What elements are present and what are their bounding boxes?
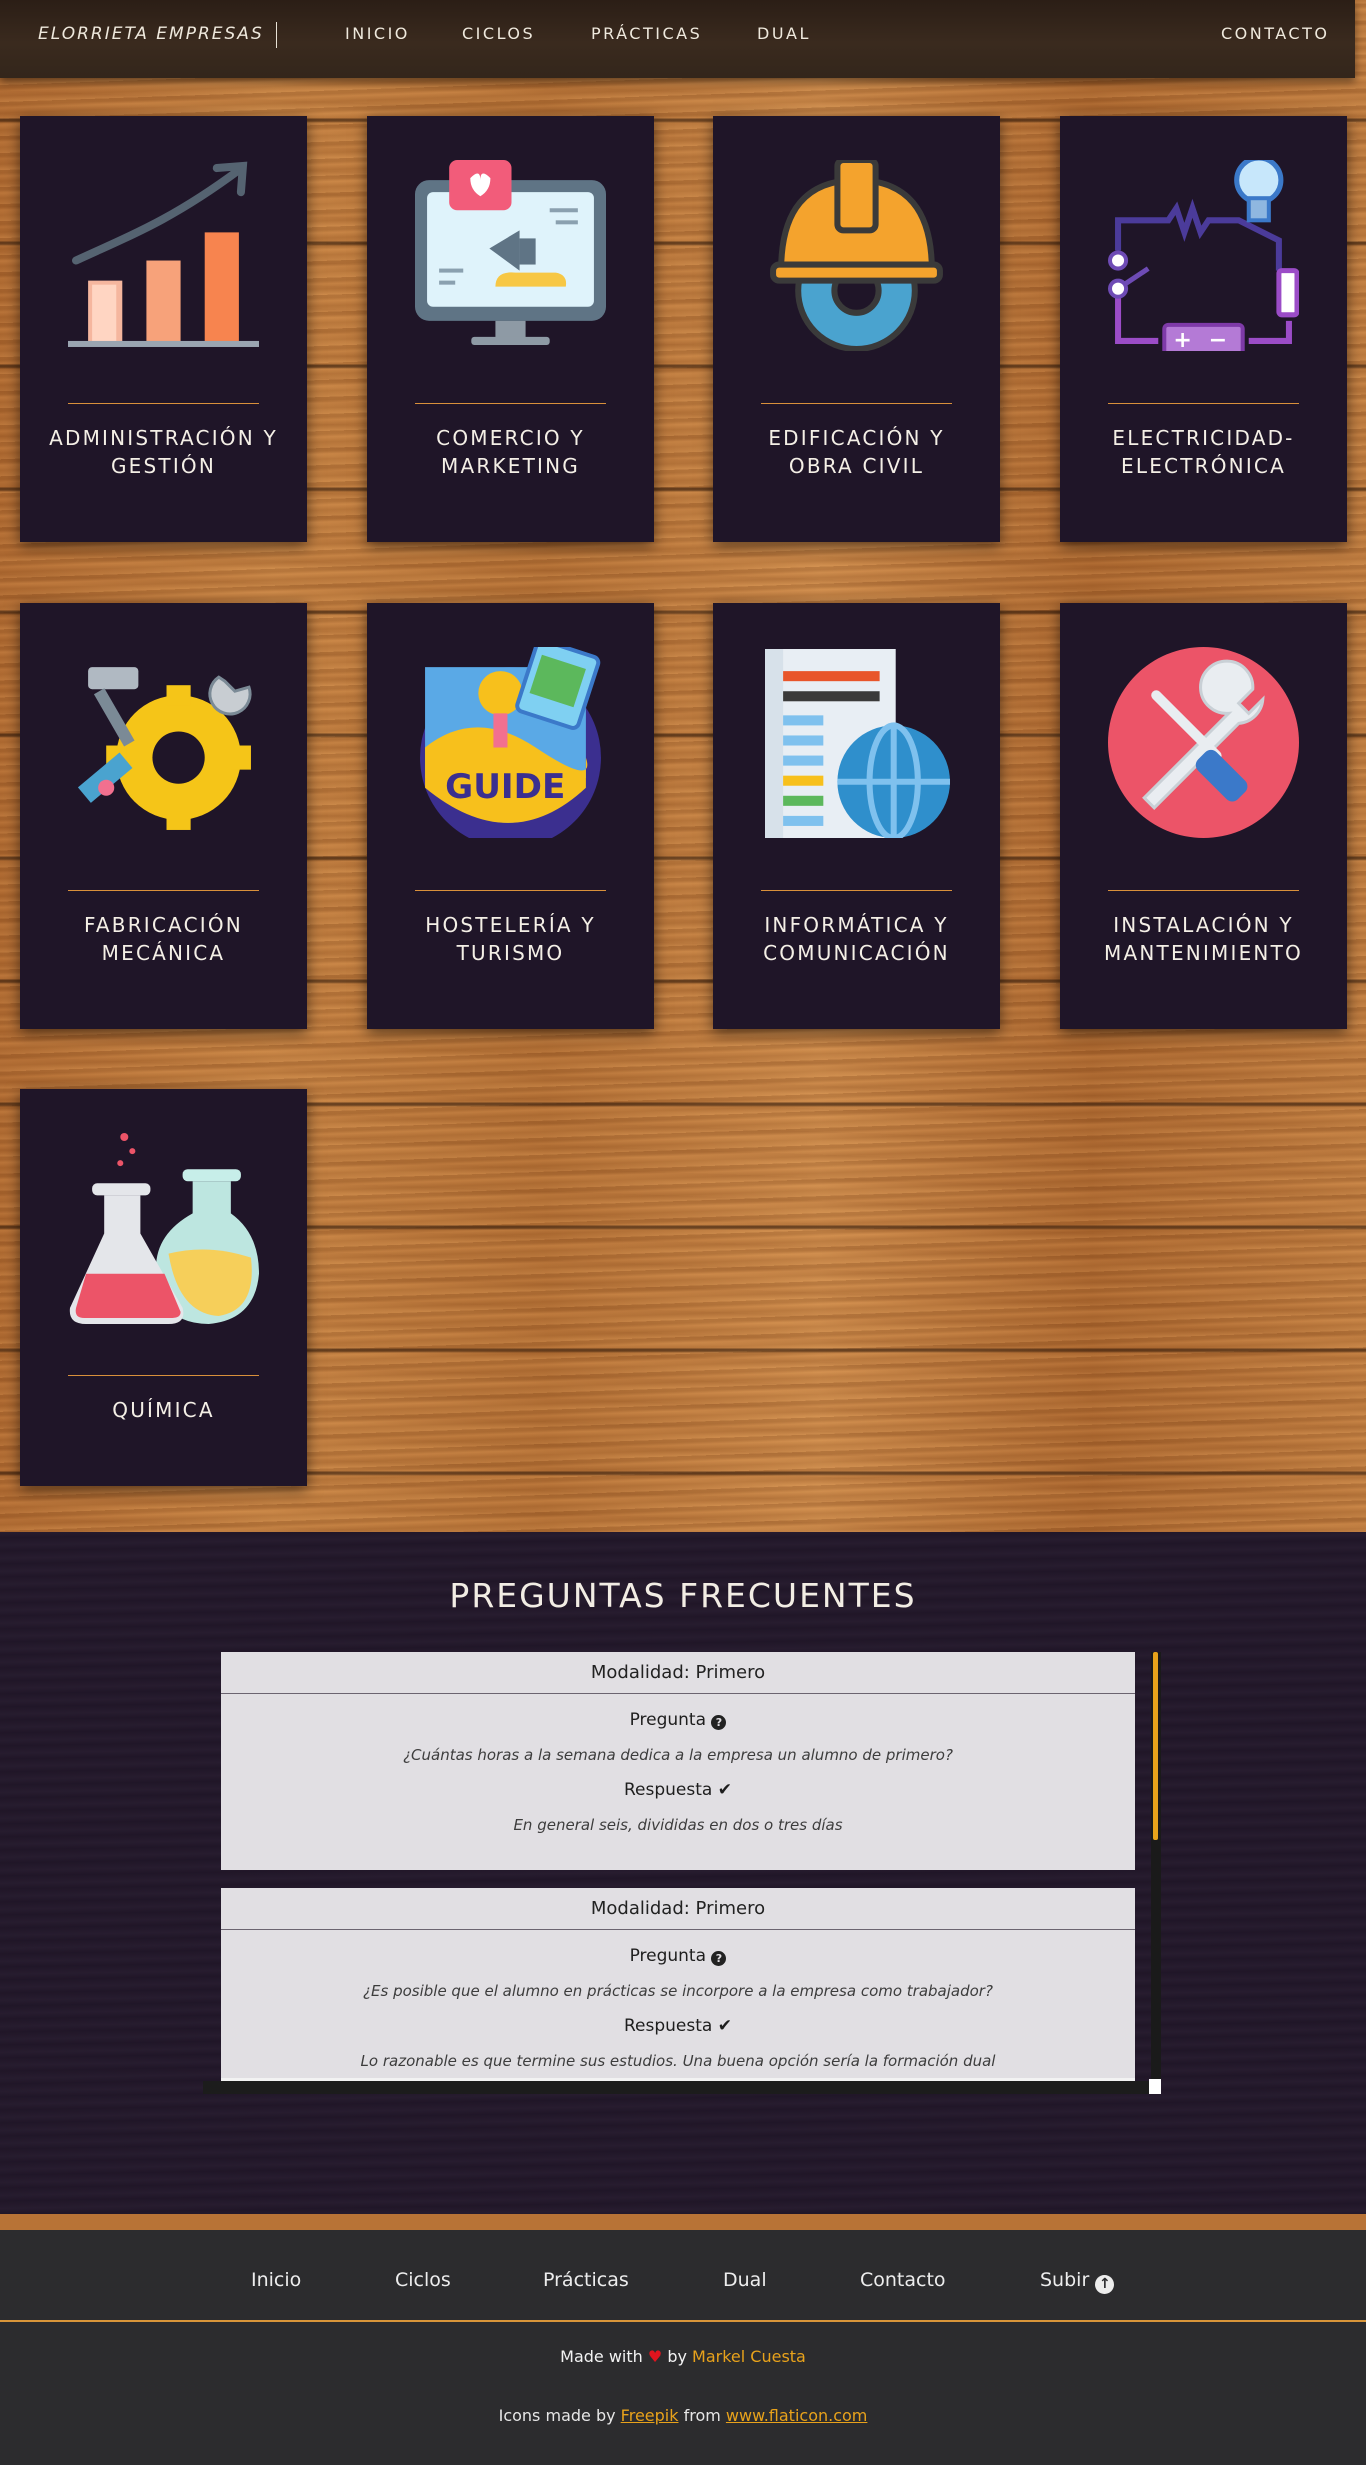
card-edificacion[interactable]: EDIFICACIÓN Y OBRA CIVIL	[713, 116, 1000, 542]
faq-mode: Modalidad: Primero	[221, 1888, 1135, 1930]
svg-text:GUIDE: GUIDE	[445, 767, 565, 807]
svg-text:−: −	[1209, 327, 1228, 351]
footer-divider	[0, 2320, 1366, 2322]
credits-from: from	[683, 2406, 721, 2425]
marketing-monitor-icon	[415, 160, 606, 351]
nav-ciclos[interactable]: CICLOS	[462, 24, 535, 44]
card-title: EDIFICACIÓN Y OBRA CIVIL	[768, 426, 945, 478]
faq-item: Modalidad: Primero Pregunta ? ¿Es posibl…	[221, 1888, 1135, 2094]
nav-contacto[interactable]: CONTACTO	[1221, 24, 1329, 44]
growth-chart-icon	[68, 160, 259, 351]
answer-text: Lo razonable es que termine sus estudios…	[360, 2052, 996, 2070]
question-heading: Pregunta ?	[221, 1710, 1135, 1730]
circuit-icon: + −	[1108, 155, 1300, 358]
top-navbar: ELORRIETA EMPRESAS INICIO CICLOS PRÁCTIC…	[0, 0, 1355, 78]
icon-credits: Icons made by Freepik from www.flaticon.…	[0, 2406, 1366, 2425]
footer-link-dual[interactable]: Dual	[723, 2268, 767, 2292]
card-title: INSTALACIÓN Y MANTENIMIENTO	[1104, 913, 1303, 965]
card-divider	[68, 890, 259, 891]
faq-scroll-container[interactable]: Modalidad: Primero Pregunta ? ¿Cuántas h…	[203, 1652, 1163, 2094]
nav-dual[interactable]: DUAL	[757, 24, 811, 44]
card-administracion[interactable]: ADMINISTRACIÓN Y GESTIÓN	[20, 116, 307, 542]
answer-label: Respuesta	[624, 2016, 713, 2036]
faq-mode: Modalidad: Primero	[221, 1652, 1135, 1694]
card-informatica[interactable]: INFORMÁTICA Y COMUNICACIÓN	[713, 603, 1000, 1029]
footer-link-subir[interactable]: Subir ↑	[1040, 2268, 1115, 2294]
heart-icon: ♥	[647, 2347, 663, 2366]
wrench-screwdriver-icon	[1108, 647, 1299, 838]
footer-link-contacto[interactable]: Contacto	[860, 2268, 946, 2292]
horizontal-scrollbar-thumb[interactable]	[221, 2078, 1135, 2081]
card-fabricacion[interactable]: FABRICACIÓN MECÁNICA	[20, 603, 307, 1029]
question-label: Pregunta	[629, 1946, 707, 1966]
card-divider	[761, 403, 952, 404]
card-divider	[415, 890, 606, 891]
card-title: ADMINISTRACIÓN Y GESTIÓN	[49, 426, 278, 478]
card-quimica[interactable]: QUÍMICA	[20, 1089, 307, 1486]
vertical-scrollbar-thumb[interactable]	[1153, 1652, 1158, 1840]
faq-section: PREGUNTAS FRECUENTES Modalidad: Primero …	[0, 1532, 1366, 2216]
flaticon-link[interactable]: www.flaticon.com	[726, 2406, 867, 2425]
made-prefix: Made with	[560, 2347, 643, 2366]
question-text: ¿Es posible que el alumno en prácticas s…	[363, 1982, 993, 2000]
card-comercio[interactable]: COMERCIO Y MARKETING	[367, 116, 654, 542]
check-icon: ✔	[717, 1780, 732, 1800]
answer-label: Respuesta	[624, 1780, 713, 1800]
footer-link-ciclos[interactable]: Ciclos	[395, 2268, 451, 2292]
freepik-link[interactable]: Freepik	[621, 2406, 679, 2425]
card-hosteleria[interactable]: GUIDE HOSTELERÍA Y TURISMO	[367, 603, 654, 1029]
question-text: ¿Cuántas horas a la semana dedica a la e…	[403, 1746, 953, 1764]
arrow-up-circle-icon: ↑	[1095, 2275, 1115, 2294]
answer-heading: Respuesta ✔	[221, 1780, 1135, 1800]
card-title: ELECTRICIDAD- ELECTRÓNICA	[1112, 426, 1295, 478]
card-title: INFORMÁTICA Y COMUNICACIÓN	[763, 913, 950, 965]
card-divider	[761, 890, 952, 891]
credits-prefix: Icons made by	[498, 2406, 616, 2425]
card-divider	[1108, 403, 1299, 404]
footer: Inicio Ciclos Prácticas Dual Contacto Su…	[0, 2230, 1366, 2465]
question-label: Pregunta	[629, 1710, 707, 1730]
footer-link-inicio[interactable]: Inicio	[251, 2268, 301, 2292]
brand-logo[interactable]: ELORRIETA EMPRESAS	[38, 22, 277, 48]
card-title: QUÍMICA	[112, 1398, 215, 1422]
document-globe-icon	[761, 647, 952, 842]
card-title: COMERCIO Y MARKETING	[436, 426, 585, 478]
answer-heading: Respuesta ✔	[221, 2016, 1135, 2036]
author-name[interactable]: Markel Cuesta	[692, 2347, 806, 2366]
wood-background: ADMINISTRACIÓN Y GESTIÓN COMERCIO Y MARK…	[0, 0, 1366, 1532]
card-title: FABRICACIÓN MECÁNICA	[84, 913, 243, 965]
card-divider	[68, 403, 259, 404]
nav-practicas[interactable]: PRÁCTICAS	[591, 24, 702, 44]
answer-text: En general seis, divididas en dos o tres…	[513, 1816, 843, 1834]
scrollbar-corner	[1149, 2079, 1161, 2094]
helmet-gear-icon	[761, 156, 952, 353]
question-heading: Pregunta ?	[221, 1946, 1135, 1966]
card-instalacion[interactable]: INSTALACIÓN Y MANTENIMIENTO	[1060, 603, 1347, 1029]
card-electricidad[interactable]: + − ELECTRICIDAD- ELECTRÓNICA	[1060, 116, 1347, 542]
nav-inicio[interactable]: INICIO	[345, 24, 410, 44]
made-with-line: Made with ♥ by Markel Cuesta	[0, 2347, 1366, 2366]
card-divider	[415, 403, 606, 404]
wood-strip	[0, 2214, 1366, 2230]
svg-text:+: +	[1173, 327, 1192, 351]
card-divider	[68, 1375, 259, 1376]
card-title: HOSTELERÍA Y TURISMO	[425, 913, 596, 965]
tools-gear-icon	[68, 647, 259, 838]
subir-label: Subir	[1040, 2269, 1090, 2291]
faq-title: PREGUNTAS FRECUENTES	[449, 1576, 917, 1615]
footer-link-practicas[interactable]: Prácticas	[543, 2268, 629, 2292]
faq-item: Modalidad: Primero Pregunta ? ¿Cuántas h…	[221, 1652, 1135, 1870]
made-by: by	[667, 2347, 687, 2366]
travel-guide-icon: GUIDE	[415, 638, 606, 849]
check-icon: ✔	[717, 2016, 732, 2036]
horizontal-scrollbar-track[interactable]	[203, 2081, 1149, 2094]
question-circle-icon: ?	[711, 1951, 727, 1966]
flasks-icon	[68, 1133, 259, 1324]
question-circle-icon: ?	[711, 1715, 727, 1730]
card-divider	[1108, 890, 1299, 891]
